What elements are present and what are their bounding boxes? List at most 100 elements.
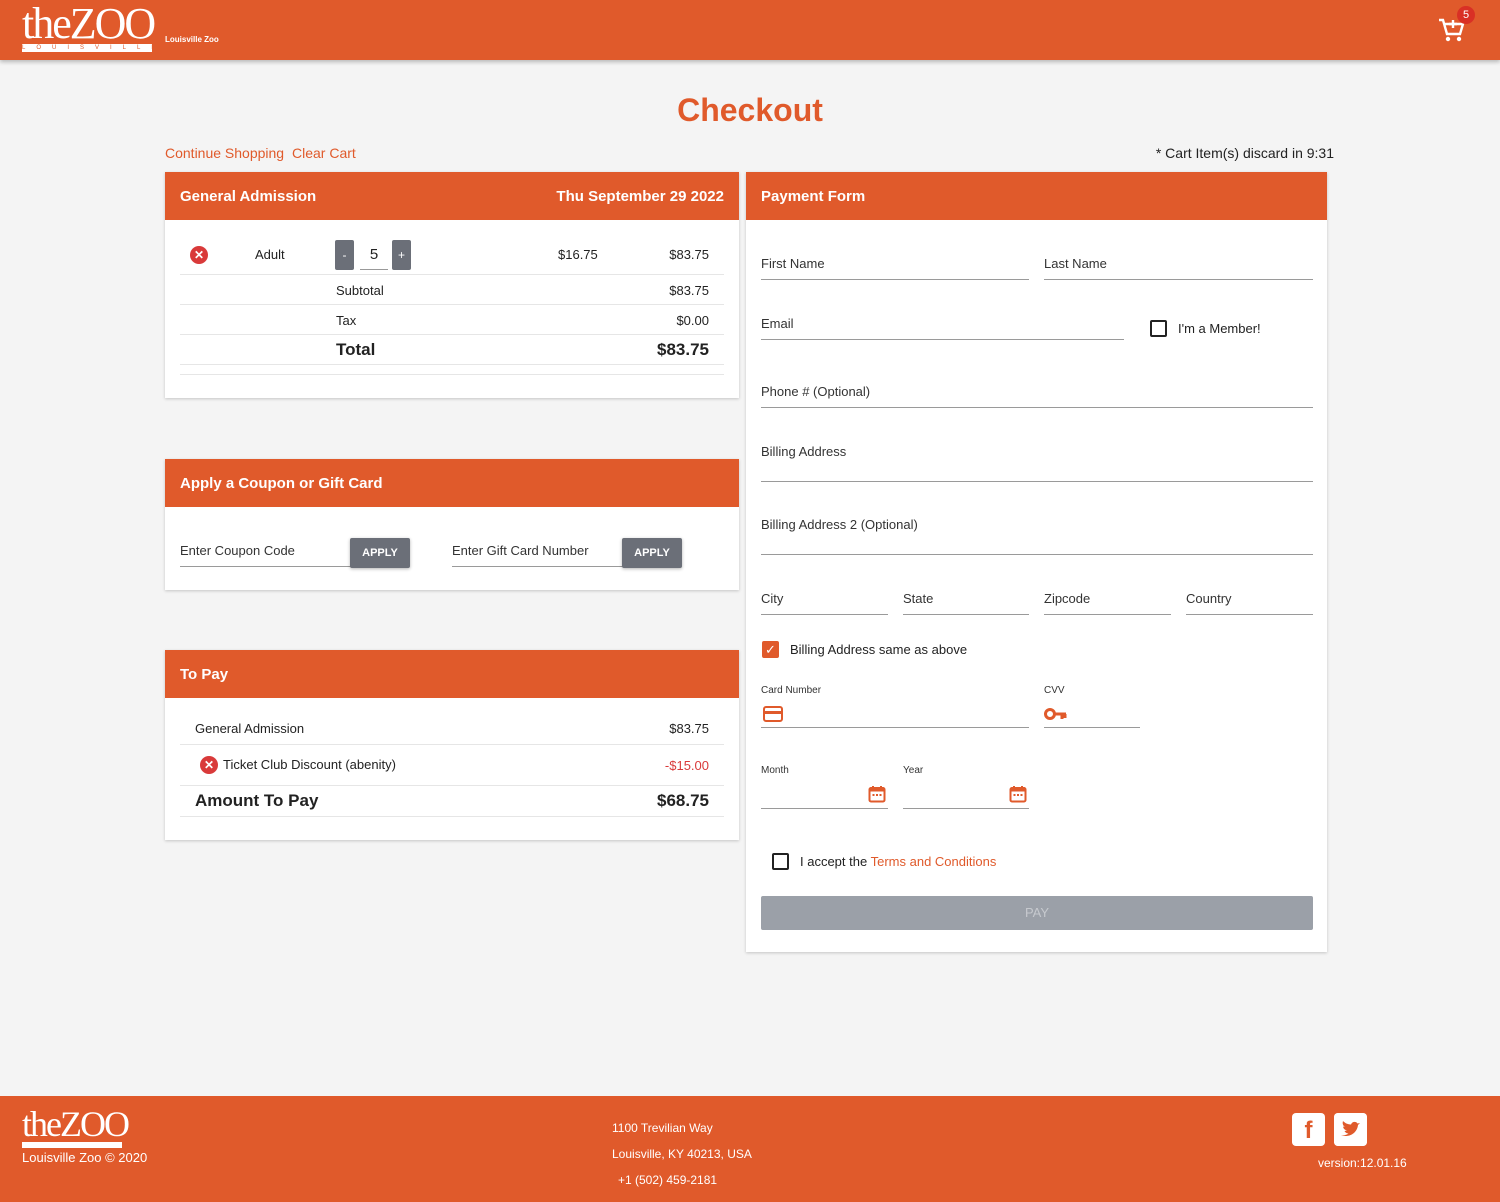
footer-phone: +1 (502) 459-2181: [618, 1173, 718, 1187]
total-value: $83.75: [657, 340, 709, 359]
card-number-label: Card Number: [761, 685, 822, 696]
zipcode-field[interactable]: Zipcode: [1044, 575, 1171, 615]
member-label: I'm a Member!: [1178, 321, 1261, 336]
facebook-icon[interactable]: f: [1292, 1113, 1325, 1146]
discount-amount: -$15.00: [664, 758, 709, 773]
decrease-qty-button[interactable]: -: [335, 240, 354, 270]
unit-price: $16.75: [558, 247, 598, 262]
last-name-label: Last Name: [1044, 256, 1107, 271]
footer: theZOO Louisville Zoo © 2020 1100 Trevil…: [0, 1096, 1500, 1202]
coupon-code-input[interactable]: Enter Coupon Code: [180, 537, 352, 567]
payment-header: Payment Form: [746, 172, 1327, 220]
site-name: Louisville Zoo: [165, 35, 219, 44]
state-label: State: [903, 591, 934, 606]
year-field[interactable]: [903, 780, 1029, 809]
to-pay-title: To Pay: [180, 665, 229, 683]
apply-coupon-button[interactable]: APPLY: [350, 538, 410, 568]
admission-header: General Admission Thu September 29 2022: [165, 172, 739, 220]
top-bar: theZOO LOUISVILLE Louisville Zoo 5: [0, 0, 1500, 60]
last-name-field[interactable]: Last Name: [1044, 240, 1313, 280]
footer-logo-text: theZOO: [22, 1104, 130, 1144]
calendar-icon[interactable]: [1009, 785, 1027, 803]
divider: [180, 374, 724, 375]
country-label: Country: [1186, 591, 1232, 606]
city-field[interactable]: City: [761, 575, 888, 615]
continue-shopping-link[interactable]: Continue Shopping: [165, 145, 284, 161]
email-field[interactable]: Email: [761, 300, 1124, 340]
remove-item-icon[interactable]: ✕: [190, 246, 208, 264]
month-label: Month: [761, 765, 789, 776]
footer-address: 1100 Trevilian Way Louisville, KY 40213,…: [612, 1115, 752, 1193]
subtotal-label: Subtotal: [336, 283, 384, 298]
gift-card-input[interactable]: Enter Gift Card Number: [452, 537, 624, 567]
billing-address-label: Billing Address: [761, 444, 847, 459]
coupon-title: Apply a Coupon or Gift Card: [180, 474, 383, 492]
divider: [180, 274, 724, 275]
member-checkbox[interactable]: [1150, 320, 1167, 337]
to-pay-header: To Pay: [165, 650, 739, 698]
pay-button[interactable]: PAY: [761, 896, 1313, 930]
coupon-card: Apply a Coupon or Gift Card Enter Coupon…: [165, 459, 739, 590]
cart-timer: * Cart Item(s) discard in 9:31: [1155, 145, 1334, 161]
cart-links: Continue Shopping Clear Cart: [165, 145, 360, 161]
to-pay-card: To Pay General Admission $83.75 ✕ Ticket…: [165, 650, 739, 840]
terms-checkbox[interactable]: [772, 853, 789, 870]
divider: [180, 364, 724, 365]
card-number-field[interactable]: [761, 700, 1029, 728]
apply-gift-card-button[interactable]: APPLY: [622, 538, 682, 568]
zoo-logo[interactable]: theZOO LOUISVILLE: [22, 0, 156, 52]
logo-text: theZOO: [22, 0, 156, 48]
cvv-field[interactable]: [1044, 700, 1140, 728]
page-title: Checkout: [677, 92, 823, 128]
divider: [180, 816, 724, 817]
address-line-1: 1100 Trevilian Way: [612, 1121, 713, 1135]
key-icon: [1044, 708, 1067, 720]
state-field[interactable]: State: [903, 575, 1029, 615]
discount-label: Ticket Club Discount (abenity): [223, 757, 396, 772]
payment-title: Payment Form: [761, 187, 866, 205]
billing-address-field[interactable]: Billing Address: [761, 432, 1313, 482]
payment-card: Payment Form: [746, 172, 1327, 952]
twitter-icon[interactable]: [1334, 1113, 1367, 1146]
first-name-label: First Name: [761, 256, 825, 271]
tax-label: Tax: [336, 313, 357, 328]
qty-input[interactable]: 5: [360, 240, 388, 270]
address-line-2: Louisville, KY 40213, USA: [612, 1147, 752, 1161]
amount-to-pay-label: Amount To Pay: [195, 791, 319, 810]
country-field[interactable]: Country: [1186, 575, 1313, 615]
footer-copyright: Louisville Zoo © 2020: [22, 1150, 148, 1165]
billing-same-label: Billing Address same as above: [790, 642, 968, 657]
clear-cart-link[interactable]: Clear Cart: [292, 145, 356, 161]
calendar-icon[interactable]: [868, 785, 886, 803]
admission-amount: $83.75: [669, 721, 709, 736]
divider: [180, 304, 724, 305]
admission-label: General Admission: [195, 721, 305, 736]
footer-logo[interactable]: theZOO: [22, 1104, 130, 1148]
gift-card-placeholder: Enter Gift Card Number: [452, 543, 589, 558]
credit-card-icon: [763, 706, 783, 722]
city-label: City: [761, 591, 784, 606]
first-name-field[interactable]: First Name: [761, 240, 1029, 280]
app-version: version:12.01.16: [1318, 1156, 1407, 1170]
terms-text: I accept the Terms and Conditions: [800, 854, 996, 869]
admission-date: Thu September 29 2022: [556, 187, 724, 205]
divider: [180, 744, 724, 745]
billing-address-2-field[interactable]: Billing Address 2 (Optional): [761, 505, 1313, 555]
admission-title: General Admission: [180, 187, 317, 205]
year-label: Year: [903, 765, 924, 776]
cart-count-badge: 5: [1457, 6, 1475, 24]
billing-same-checkbox[interactable]: ✓: [762, 641, 779, 658]
email-label: Email: [761, 316, 794, 331]
subtotal-value: $83.75: [669, 283, 709, 298]
zipcode-label: Zipcode: [1044, 591, 1091, 606]
phone-label: Phone # (Optional): [761, 384, 871, 399]
cvv-label: CVV: [1044, 685, 1065, 696]
divider: [180, 334, 724, 335]
terms-link[interactable]: Terms and Conditions: [871, 854, 997, 869]
terms-prefix: I accept the: [800, 854, 868, 869]
month-field[interactable]: [761, 780, 888, 809]
phone-field[interactable]: Phone # (Optional): [761, 368, 1313, 408]
remove-discount-icon[interactable]: ✕: [200, 756, 218, 774]
increase-qty-button[interactable]: +: [392, 240, 411, 270]
amount-to-pay-value: $68.75: [657, 791, 709, 810]
